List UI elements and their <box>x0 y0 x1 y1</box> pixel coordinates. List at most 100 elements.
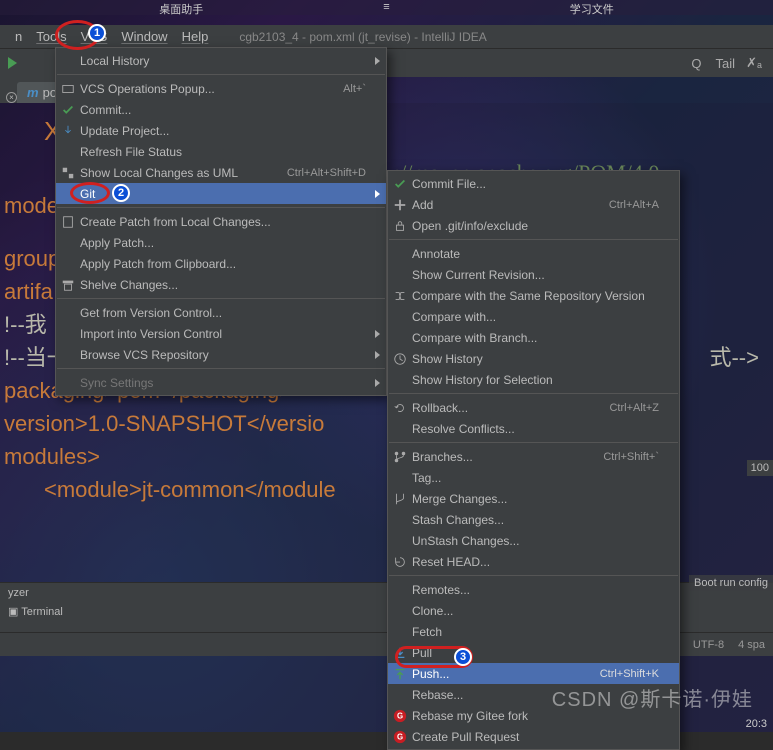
shortcut: Ctrl+Alt+A <box>609 199 659 211</box>
run-icon[interactable] <box>8 57 17 69</box>
menu-item-fetch[interactable]: Fetch <box>388 621 679 642</box>
menu-item-rollback[interactable]: Rollback...Ctrl+Alt+Z <box>388 397 679 418</box>
shortcut: Ctrl+Shift+K <box>600 668 659 680</box>
plus-icon <box>392 197 408 213</box>
translate-icon[interactable]: ✗ₐ <box>745 54 763 72</box>
menu-item-create-pull-request[interactable]: GCreate Pull Request <box>388 726 679 747</box>
branch-icon <box>392 449 408 465</box>
gitee-icon: G <box>392 729 408 745</box>
menu-item-apply-patch-from-clipboard[interactable]: Apply Patch from Clipboard... <box>56 253 386 274</box>
main-menubar: n Tools VCS Window Help cgb2103_4 - pom.… <box>0 25 773 49</box>
menu-item-label: Compare with Branch... <box>412 331 537 345</box>
boot-run-label: Boot run config <box>689 575 773 591</box>
compare-icon <box>392 288 408 304</box>
menu-item-label: VCS Operations Popup... <box>80 82 215 96</box>
menu-item-remotes[interactable]: Remotes... <box>388 579 679 600</box>
menu-item-label: Import into Version Control <box>80 327 222 341</box>
menu-item-label: Sync Settings <box>80 376 153 390</box>
menu-item-label: Show Current Revision... <box>412 268 545 282</box>
annotation-circle-2 <box>70 182 110 204</box>
menu-item-open-git-info-exclude[interactable]: Open .git/info/exclude <box>388 215 679 236</box>
menu-item-get-from-version-control[interactable]: Get from Version Control... <box>56 302 386 323</box>
editor-hint-badge: 100 <box>747 460 773 476</box>
menu-item-update-project[interactable]: Update Project... <box>56 120 386 141</box>
menu-item-apply-patch[interactable]: Apply Patch... <box>56 232 386 253</box>
submenu-arrow-icon <box>375 330 380 338</box>
menu-item-vcs-operations-popup[interactable]: VCS Operations Popup... Alt+` <box>56 78 386 99</box>
annotation-badge-1: 1 <box>88 24 106 42</box>
menu-item-label: Reset HEAD... <box>412 555 490 569</box>
rollback-icon <box>392 400 408 416</box>
menu-item-commit-file[interactable]: Commit File... <box>388 173 679 194</box>
menu-item-merge-changes[interactable]: Merge Changes... <box>388 488 679 509</box>
desktop-hamburger[interactable]: ≡ <box>383 1 389 15</box>
menu-item-show-history-for-selection[interactable]: Show History for Selection <box>388 369 679 390</box>
check-icon <box>392 176 408 192</box>
menu-n[interactable]: n <box>8 27 29 46</box>
menu-item-local-history[interactable]: Local History <box>56 50 386 71</box>
annotation-badge-3: 3 <box>454 648 472 666</box>
menu-item-commit[interactable]: Commit... <box>56 99 386 120</box>
menu-item-import-into-version-control[interactable]: Import into Version Control <box>56 323 386 344</box>
tab-close-icon[interactable]: × <box>6 92 17 103</box>
desktop-titlebar: 桌面助手 ≡ 学习文件 <box>0 0 773 15</box>
annotation-badge-2: 2 <box>112 184 130 202</box>
menu-item-label: Show History <box>412 352 483 366</box>
menu-item-add[interactable]: AddCtrl+Alt+A <box>388 194 679 215</box>
menu-item-label: Show Local Changes as UML <box>80 166 238 180</box>
menu-item-label: Resolve Conflicts... <box>412 422 515 436</box>
menu-item-label: Update Project... <box>80 124 169 138</box>
menu-item-label: Annotate <box>412 247 460 261</box>
menu-item-label: Clone... <box>412 604 453 618</box>
menu-item-compare-with-branch[interactable]: Compare with Branch... <box>388 327 679 348</box>
menu-item-compare-with-the-same-repository-version[interactable]: Compare with the Same Repository Version <box>388 285 679 306</box>
clock-icon <box>392 351 408 367</box>
menu-item-unstash-changes[interactable]: UnStash Changes... <box>388 530 679 551</box>
menu-item-sync-settings: Sync Settings <box>56 372 386 393</box>
status-encoding[interactable]: UTF-8 <box>693 639 724 651</box>
menu-item-label: Rollback... <box>412 401 468 415</box>
status-indent[interactable]: 4 spa <box>738 639 765 651</box>
menu-window[interactable]: Window <box>114 27 174 46</box>
menu-item-resolve-conflicts[interactable]: Resolve Conflicts... <box>388 418 679 439</box>
menu-separator <box>57 368 385 369</box>
watermark: CSDN @斯卡诺·伊娃 <box>552 683 753 712</box>
submenu-arrow-icon <box>375 351 380 359</box>
patch-icon <box>60 214 76 230</box>
menu-item-reset-head[interactable]: Reset HEAD... <box>388 551 679 572</box>
shortcut: Alt+` <box>343 83 366 95</box>
tail-button[interactable]: Tail <box>715 54 735 72</box>
menu-item-show-history[interactable]: Show History <box>388 348 679 369</box>
menu-item-shelve-changes[interactable]: Shelve Changes... <box>56 274 386 295</box>
menu-item-label: Compare with the Same Repository Version <box>412 289 645 303</box>
search-icon[interactable]: Q <box>687 54 705 72</box>
menu-item-label: Commit File... <box>412 177 486 191</box>
maven-icon: m <box>27 85 39 100</box>
menu-item-refresh-file-status[interactable]: Refresh File Status <box>56 141 386 162</box>
menu-item-annotate[interactable]: Annotate <box>388 243 679 264</box>
menu-item-label: Commit... <box>80 103 131 117</box>
menu-separator <box>389 239 678 240</box>
menu-item-show-local-changes-as-uml[interactable]: Show Local Changes as UMLCtrl+Alt+Shift+… <box>56 162 386 183</box>
svg-text:G: G <box>397 732 403 741</box>
menu-item-tag[interactable]: Tag... <box>388 467 679 488</box>
menu-item-label: Get from Version Control... <box>80 306 222 320</box>
menu-item-branches[interactable]: Branches...Ctrl+Shift+` <box>388 446 679 467</box>
popup-icon <box>60 81 76 97</box>
terminal-tab[interactable]: Terminal <box>21 606 63 618</box>
menu-item-label: Browse VCS Repository <box>80 348 209 362</box>
menu-item-create-patch-from-local-changes[interactable]: Create Patch from Local Changes... <box>56 211 386 232</box>
submenu-arrow-icon <box>375 190 380 198</box>
menu-item-browse-vcs-repository[interactable]: Browse VCS Repository <box>56 344 386 365</box>
menu-item-compare-with[interactable]: Compare with... <box>388 306 679 327</box>
menu-item-show-current-revision[interactable]: Show Current Revision... <box>388 264 679 285</box>
menu-help[interactable]: Help <box>175 27 216 46</box>
check-icon <box>60 102 76 118</box>
menu-item-clone[interactable]: Clone... <box>388 600 679 621</box>
menu-item-label: Rebase my Gitee fork <box>412 709 528 723</box>
menu-item-stash-changes[interactable]: Stash Changes... <box>388 509 679 530</box>
clock: 20:3 <box>746 718 767 730</box>
menu-separator <box>57 74 385 75</box>
desktop-label: 桌面助手 <box>159 1 203 15</box>
menu-item-label: Rebase... <box>412 688 463 702</box>
